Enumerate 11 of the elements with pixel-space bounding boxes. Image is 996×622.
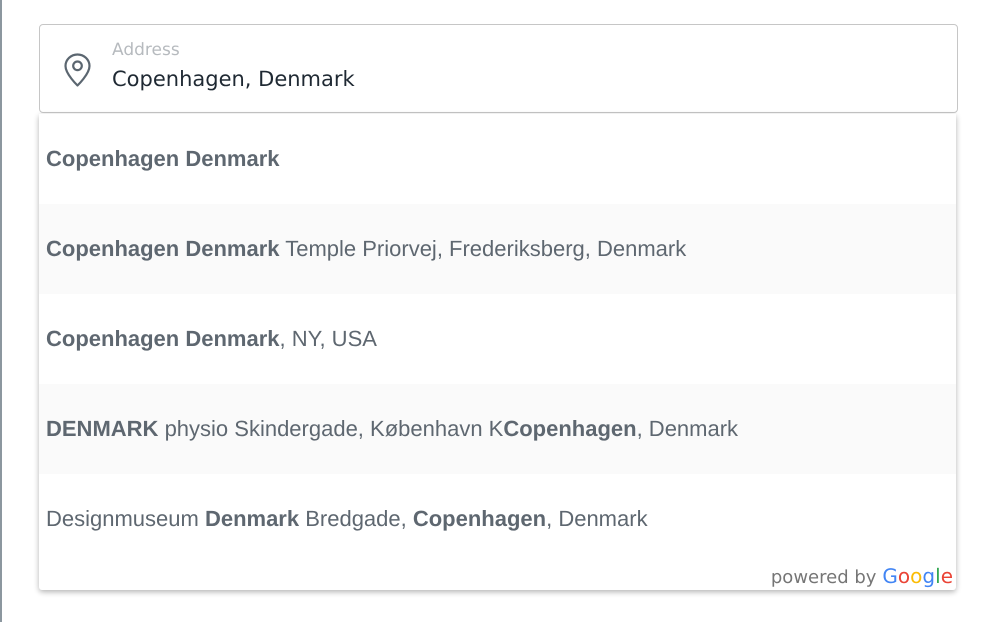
suggestion-item[interactable]: Copenhagen Denmark, NY, USA	[39, 294, 956, 384]
location-pin-icon	[64, 52, 91, 86]
floating-label: Address	[112, 40, 180, 60]
suggestion-item[interactable]: Copenhagen Denmark	[39, 114, 956, 204]
google-logo: Google	[882, 564, 953, 588]
suggestion-item[interactable]: DENMARK physio Skindergade, København KCopenhagen, Denmark	[39, 384, 956, 474]
address-input[interactable]: Copenhagen, Denmark	[112, 65, 712, 93]
suggestion-item[interactable]: Copenhagen Denmark Temple Priorvej, Frederiksberg, Denmark	[39, 204, 956, 294]
attribution-text: powered by	[770, 567, 876, 588]
address-field[interactable]: Address Copenhagen, Denmark	[39, 24, 958, 113]
suggestion-item[interactable]: Designmuseum Denmark Bredgade, Copenhagen, Denmark	[39, 474, 956, 564]
